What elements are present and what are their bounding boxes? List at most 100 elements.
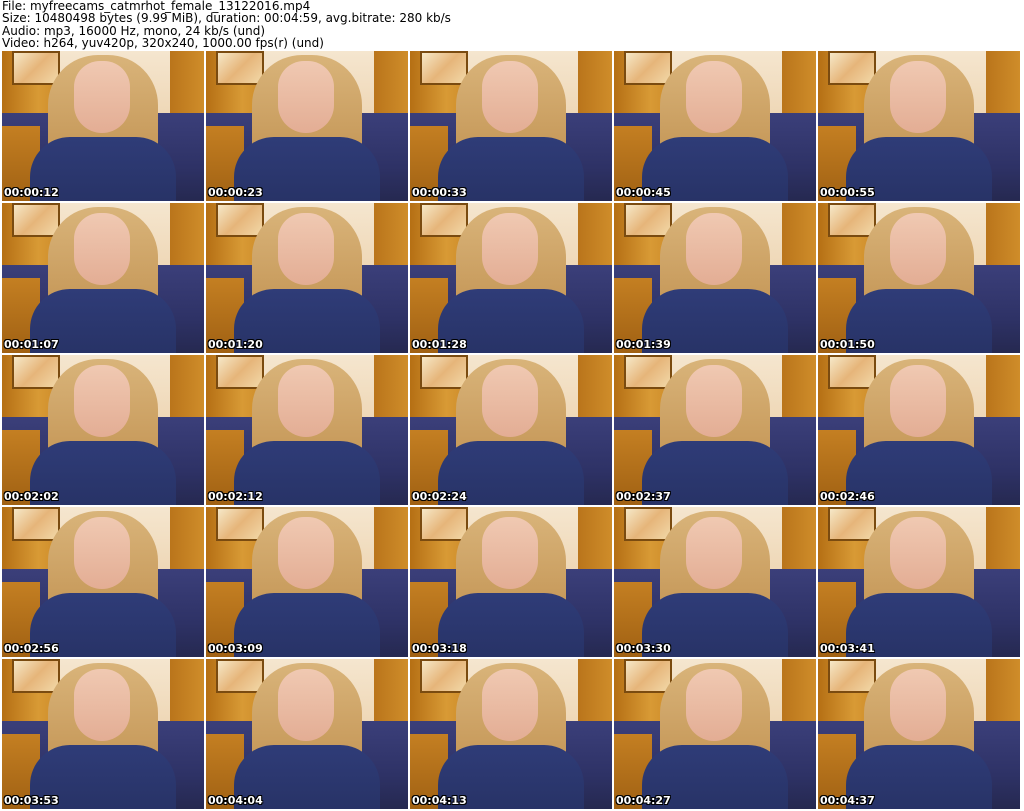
thumbnail-timestamp: 00:03:53 (4, 794, 59, 807)
thumbnail-timestamp: 00:03:18 (412, 642, 467, 655)
thumbnail-grid: 00:00:12 00:00:23 00:00:33 00:00:45 00:00:55… (2, 51, 1022, 811)
video-thumbnail: 00:04:27 (614, 659, 816, 809)
thumbnail-scene-poster (12, 203, 60, 237)
video-thumbnail: 00:00:55 (818, 51, 1020, 201)
thumbnail-scene-face (482, 517, 538, 589)
thumbnail-scene-face (278, 517, 334, 589)
thumbnail-scene-poster (828, 51, 876, 85)
thumbnail-scene-poster (216, 203, 264, 237)
thumbnail-timestamp: 00:01:07 (4, 338, 59, 351)
thumbnail-scene-poster (216, 355, 264, 389)
thumbnail-scene-poster (624, 507, 672, 541)
file-info-header: File: myfreecams_catmrhot_female_1312201… (2, 0, 1022, 50)
thumbnail-scene-face (686, 213, 742, 285)
thumbnail-scene-poster (420, 355, 468, 389)
thumbnail-scene-poster (12, 659, 60, 693)
video-thumbnail: 00:02:46 (818, 355, 1020, 505)
thumbnail-timestamp: 00:00:12 (4, 186, 59, 199)
thumbnail-scene-face (74, 517, 130, 589)
thumbnail-scene-poster (216, 51, 264, 85)
thumbnail-scene-face (482, 61, 538, 133)
thumbnail-scene-poster (624, 203, 672, 237)
thumbnail-timestamp: 00:02:46 (820, 490, 875, 503)
video-thumbnail: 00:00:12 (2, 51, 204, 201)
thumbnail-scene-face (890, 669, 946, 741)
thumbnail-timestamp: 00:03:09 (208, 642, 263, 655)
thumbnail-scene-poster (624, 659, 672, 693)
thumbnail-scene-poster (624, 355, 672, 389)
thumbnail-scene-poster (420, 507, 468, 541)
thumbnail-timestamp: 00:01:28 (412, 338, 467, 351)
thumbnail-timestamp: 00:01:20 (208, 338, 263, 351)
thumbnail-scene-poster (624, 51, 672, 85)
thumbnail-scene-face (278, 213, 334, 285)
video-thumbnail: 00:01:28 (410, 203, 612, 353)
thumbnail-scene-face (686, 365, 742, 437)
video-thumbnail: 00:02:56 (2, 507, 204, 657)
thumbnail-scene-face (482, 669, 538, 741)
video-thumbnail: 00:04:37 (818, 659, 1020, 809)
thumbnail-scene-face (482, 365, 538, 437)
video-thumbnail: 00:04:04 (206, 659, 408, 809)
thumbnail-timestamp: 00:02:24 (412, 490, 467, 503)
thumbnail-scene-face (482, 213, 538, 285)
thumbnail-scene-face (890, 365, 946, 437)
thumbnail-scene-face (74, 213, 130, 285)
thumbnail-scene-poster (828, 507, 876, 541)
thumbnail-timestamp: 00:04:27 (616, 794, 671, 807)
thumbnail-timestamp: 00:00:23 (208, 186, 263, 199)
video-thumbnail: 00:02:02 (2, 355, 204, 505)
thumbnail-scene-poster (828, 203, 876, 237)
thumbnail-scene-poster (828, 659, 876, 693)
video-thumbnail: 00:01:07 (2, 203, 204, 353)
video-thumbnail: 00:03:18 (410, 507, 612, 657)
thumbnail-timestamp: 00:04:04 (208, 794, 263, 807)
thumbnail-scene-face (278, 669, 334, 741)
thumbnail-scene-poster (12, 507, 60, 541)
video-thumbnail: 00:03:53 (2, 659, 204, 809)
video-thumbnail: 00:01:39 (614, 203, 816, 353)
thumbnail-scene-poster (420, 51, 468, 85)
thumbnail-timestamp: 00:04:37 (820, 794, 875, 807)
thumbnail-timestamp: 00:03:41 (820, 642, 875, 655)
thumbnail-timestamp: 00:04:13 (412, 794, 467, 807)
thumbnail-scene-poster (216, 659, 264, 693)
thumbnail-scene-poster (12, 355, 60, 389)
thumbnail-scene-face (74, 365, 130, 437)
thumbnail-timestamp: 00:00:55 (820, 186, 875, 199)
thumbnail-scene-poster (420, 203, 468, 237)
video-thumbnail: 00:02:37 (614, 355, 816, 505)
thumbnail-scene-face (74, 669, 130, 741)
video-line: Video: h264, yuv420p, 320x240, 1000.00 f… (2, 36, 324, 51)
thumbnail-timestamp: 00:02:37 (616, 490, 671, 503)
thumbnail-scene-face (890, 61, 946, 133)
thumbnail-timestamp: 00:01:50 (820, 338, 875, 351)
video-thumbnail: 00:02:24 (410, 355, 612, 505)
thumbnail-scene-poster (12, 51, 60, 85)
size-line: Size: 10480498 bytes (9.99 MiB), duratio… (2, 11, 451, 26)
thumbnail-scene-face (686, 517, 742, 589)
video-thumbnail: 00:03:30 (614, 507, 816, 657)
thumbnail-scene-face (890, 517, 946, 589)
video-thumbnail: 00:02:12 (206, 355, 408, 505)
video-thumbnail: 00:00:23 (206, 51, 408, 201)
thumbnail-timestamp: 00:03:30 (616, 642, 671, 655)
thumbnail-scene-poster (828, 355, 876, 389)
thumbnail-scene-face (686, 669, 742, 741)
thumbnail-timestamp: 00:02:02 (4, 490, 59, 503)
video-thumbnail: 00:01:50 (818, 203, 1020, 353)
video-thumbnail: 00:01:20 (206, 203, 408, 353)
thumbnail-scene-face (278, 365, 334, 437)
thumbnail-scene-face (890, 213, 946, 285)
thumbnail-scene-face (686, 61, 742, 133)
video-thumbnail: 00:00:45 (614, 51, 816, 201)
thumbnail-timestamp: 00:00:45 (616, 186, 671, 199)
thumbnail-timestamp: 00:02:56 (4, 642, 59, 655)
video-thumbnail: 00:03:09 (206, 507, 408, 657)
thumbnail-timestamp: 00:00:33 (412, 186, 467, 199)
thumbnail-timestamp: 00:02:12 (208, 490, 263, 503)
thumbnail-scene-poster (216, 507, 264, 541)
thumbnail-scene-face (74, 61, 130, 133)
thumbnail-scene-poster (420, 659, 468, 693)
video-thumbnail: 00:03:41 (818, 507, 1020, 657)
